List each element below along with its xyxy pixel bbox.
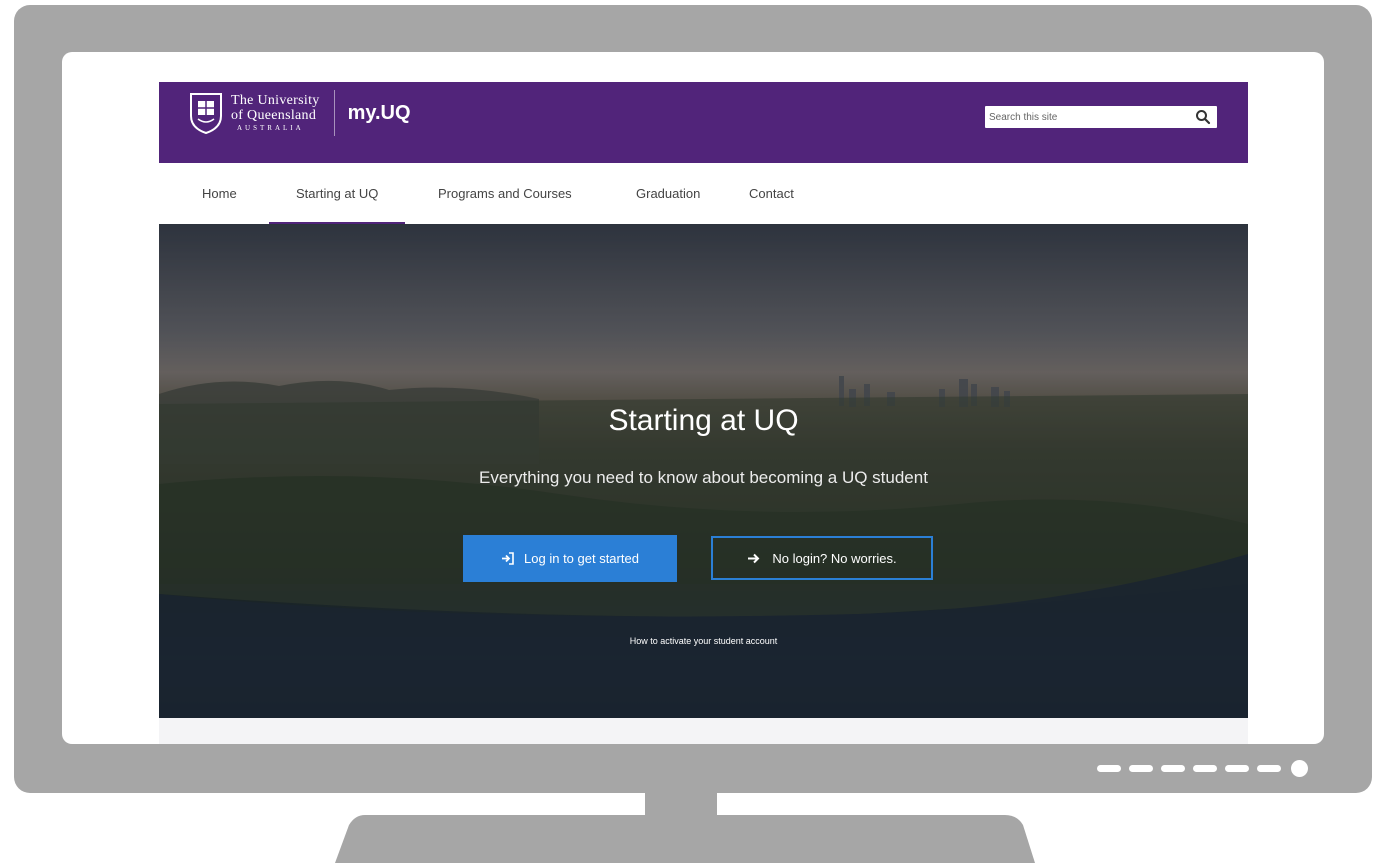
hero-subtitle: Everything you need to know about becomi…	[479, 468, 928, 487]
indicator-light	[1161, 765, 1185, 772]
nav-item-home[interactable]: Home	[202, 163, 237, 224]
main-nav: Home Starting at UQ Programs and Courses…	[159, 163, 1248, 224]
logo-text-line1: The University	[231, 92, 320, 108]
logo-text-line2: of Queensland	[231, 107, 317, 123]
logo-divider	[333, 90, 335, 136]
power-button[interactable]	[1291, 760, 1308, 777]
indicator-light	[1257, 765, 1281, 772]
arrow-right-icon	[748, 553, 760, 563]
activate-account-link[interactable]: How to activate your student account	[159, 636, 1248, 646]
indicator-light	[1129, 765, 1153, 772]
indicator-light	[1097, 765, 1121, 772]
indicator-light	[1193, 765, 1217, 772]
no-login-button-label: No login? No worries.	[772, 550, 897, 566]
site-header: The University of Queensland AUSTRALIA m…	[159, 82, 1248, 163]
nav-item-starting-at-uq[interactable]: Starting at UQ	[269, 163, 406, 224]
monitor-screen: The University of Queensland AUSTRALIA m…	[62, 52, 1324, 744]
monitor-stand-neck	[645, 793, 717, 815]
search-box	[985, 106, 1217, 128]
hero-banner: Starting at UQ Everything you need to kn…	[159, 224, 1248, 718]
indicator-light	[1225, 765, 1249, 772]
website: The University of Queensland AUSTRALIA m…	[159, 82, 1248, 744]
no-login-button[interactable]: No login? No worries.	[711, 536, 933, 580]
login-button-label: Log in to get started	[524, 551, 639, 566]
site-name: my.UQ	[347, 101, 411, 124]
search-input[interactable]	[989, 109, 1169, 125]
login-button[interactable]: Log in to get started	[463, 535, 677, 582]
nav-item-graduation[interactable]: Graduation	[636, 163, 700, 224]
nav-item-contact[interactable]: Contact	[749, 163, 794, 224]
crest-logo-icon	[190, 93, 222, 134]
login-icon	[502, 552, 514, 565]
search-icon[interactable]	[1195, 109, 1211, 125]
university-logo[interactable]: The University of Queensland AUSTRALIA m…	[189, 90, 411, 136]
logo-text-line3: AUSTRALIA	[237, 123, 304, 132]
monitor-stand-base	[335, 815, 1035, 863]
nav-item-programs-and-courses[interactable]: Programs and Courses	[438, 163, 572, 224]
hero-title: Starting at UQ	[608, 404, 799, 437]
